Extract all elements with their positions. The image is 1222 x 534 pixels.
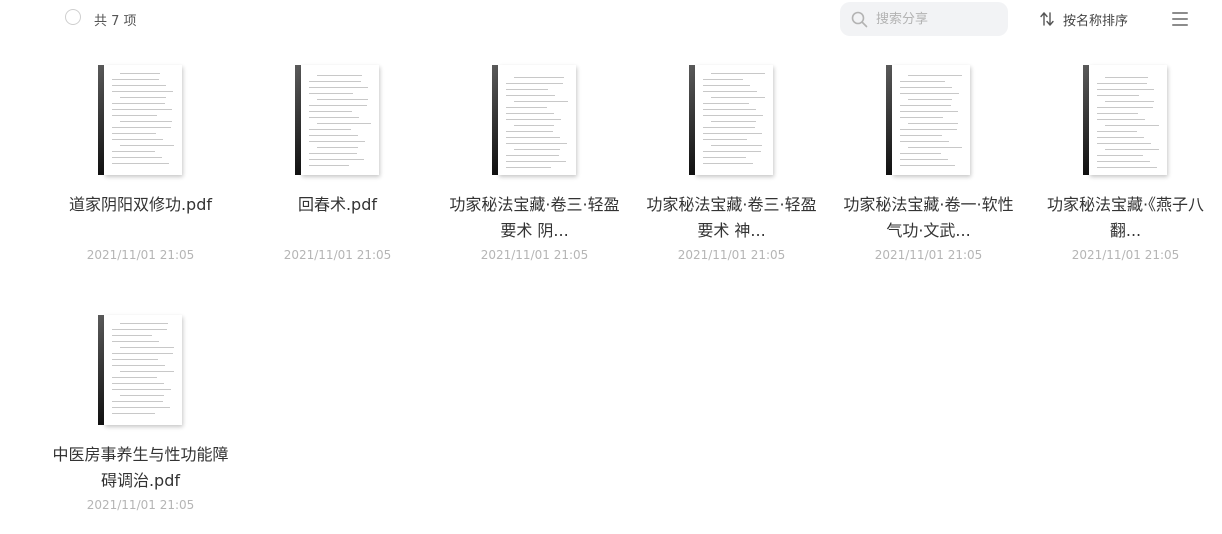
pdf-thumbnail [689, 65, 773, 175]
sort-label: 按名称排序 [1063, 14, 1129, 29]
file-name: 道家阴阳双修功.pdf [68, 195, 213, 214]
select-all-checkbox[interactable] [65, 9, 81, 25]
item-count: 共 7 项 [94, 14, 137, 29]
file-name: 功家秘法宝藏·卷三·轻盈要术 阴... [449, 195, 620, 240]
file-date: 2021/11/01 21:05 [1071, 248, 1180, 262]
search-box[interactable] [840, 2, 1008, 36]
file-item[interactable]: 中医房事养生与性功能障碍调治.pdf 2021/11/01 21:05 [42, 302, 239, 534]
pdf-thumbnail [98, 65, 182, 175]
file-name: 中医房事养生与性功能障碍调治.pdf [52, 445, 229, 490]
sort-icon [1040, 12, 1054, 26]
file-item[interactable]: 功家秘法宝藏·卷三·轻盈要术 阴... 2021/11/01 21:05 [436, 52, 633, 284]
search-input[interactable] [876, 9, 996, 29]
file-name: 回春术.pdf [297, 195, 378, 214]
file-item[interactable]: 功家秘法宝藏·卷三·轻盈要术 神... 2021/11/01 21:05 [633, 52, 830, 284]
pdf-thumbnail [295, 65, 379, 175]
pdf-thumbnail [98, 315, 182, 425]
file-date: 2021/11/01 21:05 [283, 248, 392, 262]
pdf-thumbnail [492, 65, 576, 175]
file-date: 2021/11/01 21:05 [86, 248, 195, 262]
file-name: 功家秘法宝藏·《燕子八翻... [1046, 195, 1205, 240]
file-date: 2021/11/01 21:05 [874, 248, 983, 262]
file-name: 功家秘法宝藏·卷三·轻盈要术 神... [646, 195, 817, 240]
file-date: 2021/11/01 21:05 [86, 498, 195, 512]
file-item[interactable]: 回春术.pdf 2021/11/01 21:05 [239, 52, 436, 284]
search-icon [851, 11, 868, 28]
menu-icon[interactable] [1172, 12, 1188, 26]
file-item[interactable]: 功家秘法宝藏·卷一·软性气功·文武... 2021/11/01 21:05 [830, 52, 1027, 284]
pdf-thumbnail [1083, 65, 1167, 175]
file-date: 2021/11/01 21:05 [480, 248, 589, 262]
file-name: 功家秘法宝藏·卷一·软性气功·文武... [843, 195, 1014, 240]
toolbar: 共 7 项 按名称排序 [0, 0, 1222, 38]
file-item[interactable]: 功家秘法宝藏·《燕子八翻... 2021/11/01 21:05 [1027, 52, 1222, 284]
file-item[interactable]: 道家阴阳双修功.pdf 2021/11/01 21:05 [42, 52, 239, 284]
pdf-thumbnail [886, 65, 970, 175]
file-date: 2021/11/01 21:05 [677, 248, 786, 262]
